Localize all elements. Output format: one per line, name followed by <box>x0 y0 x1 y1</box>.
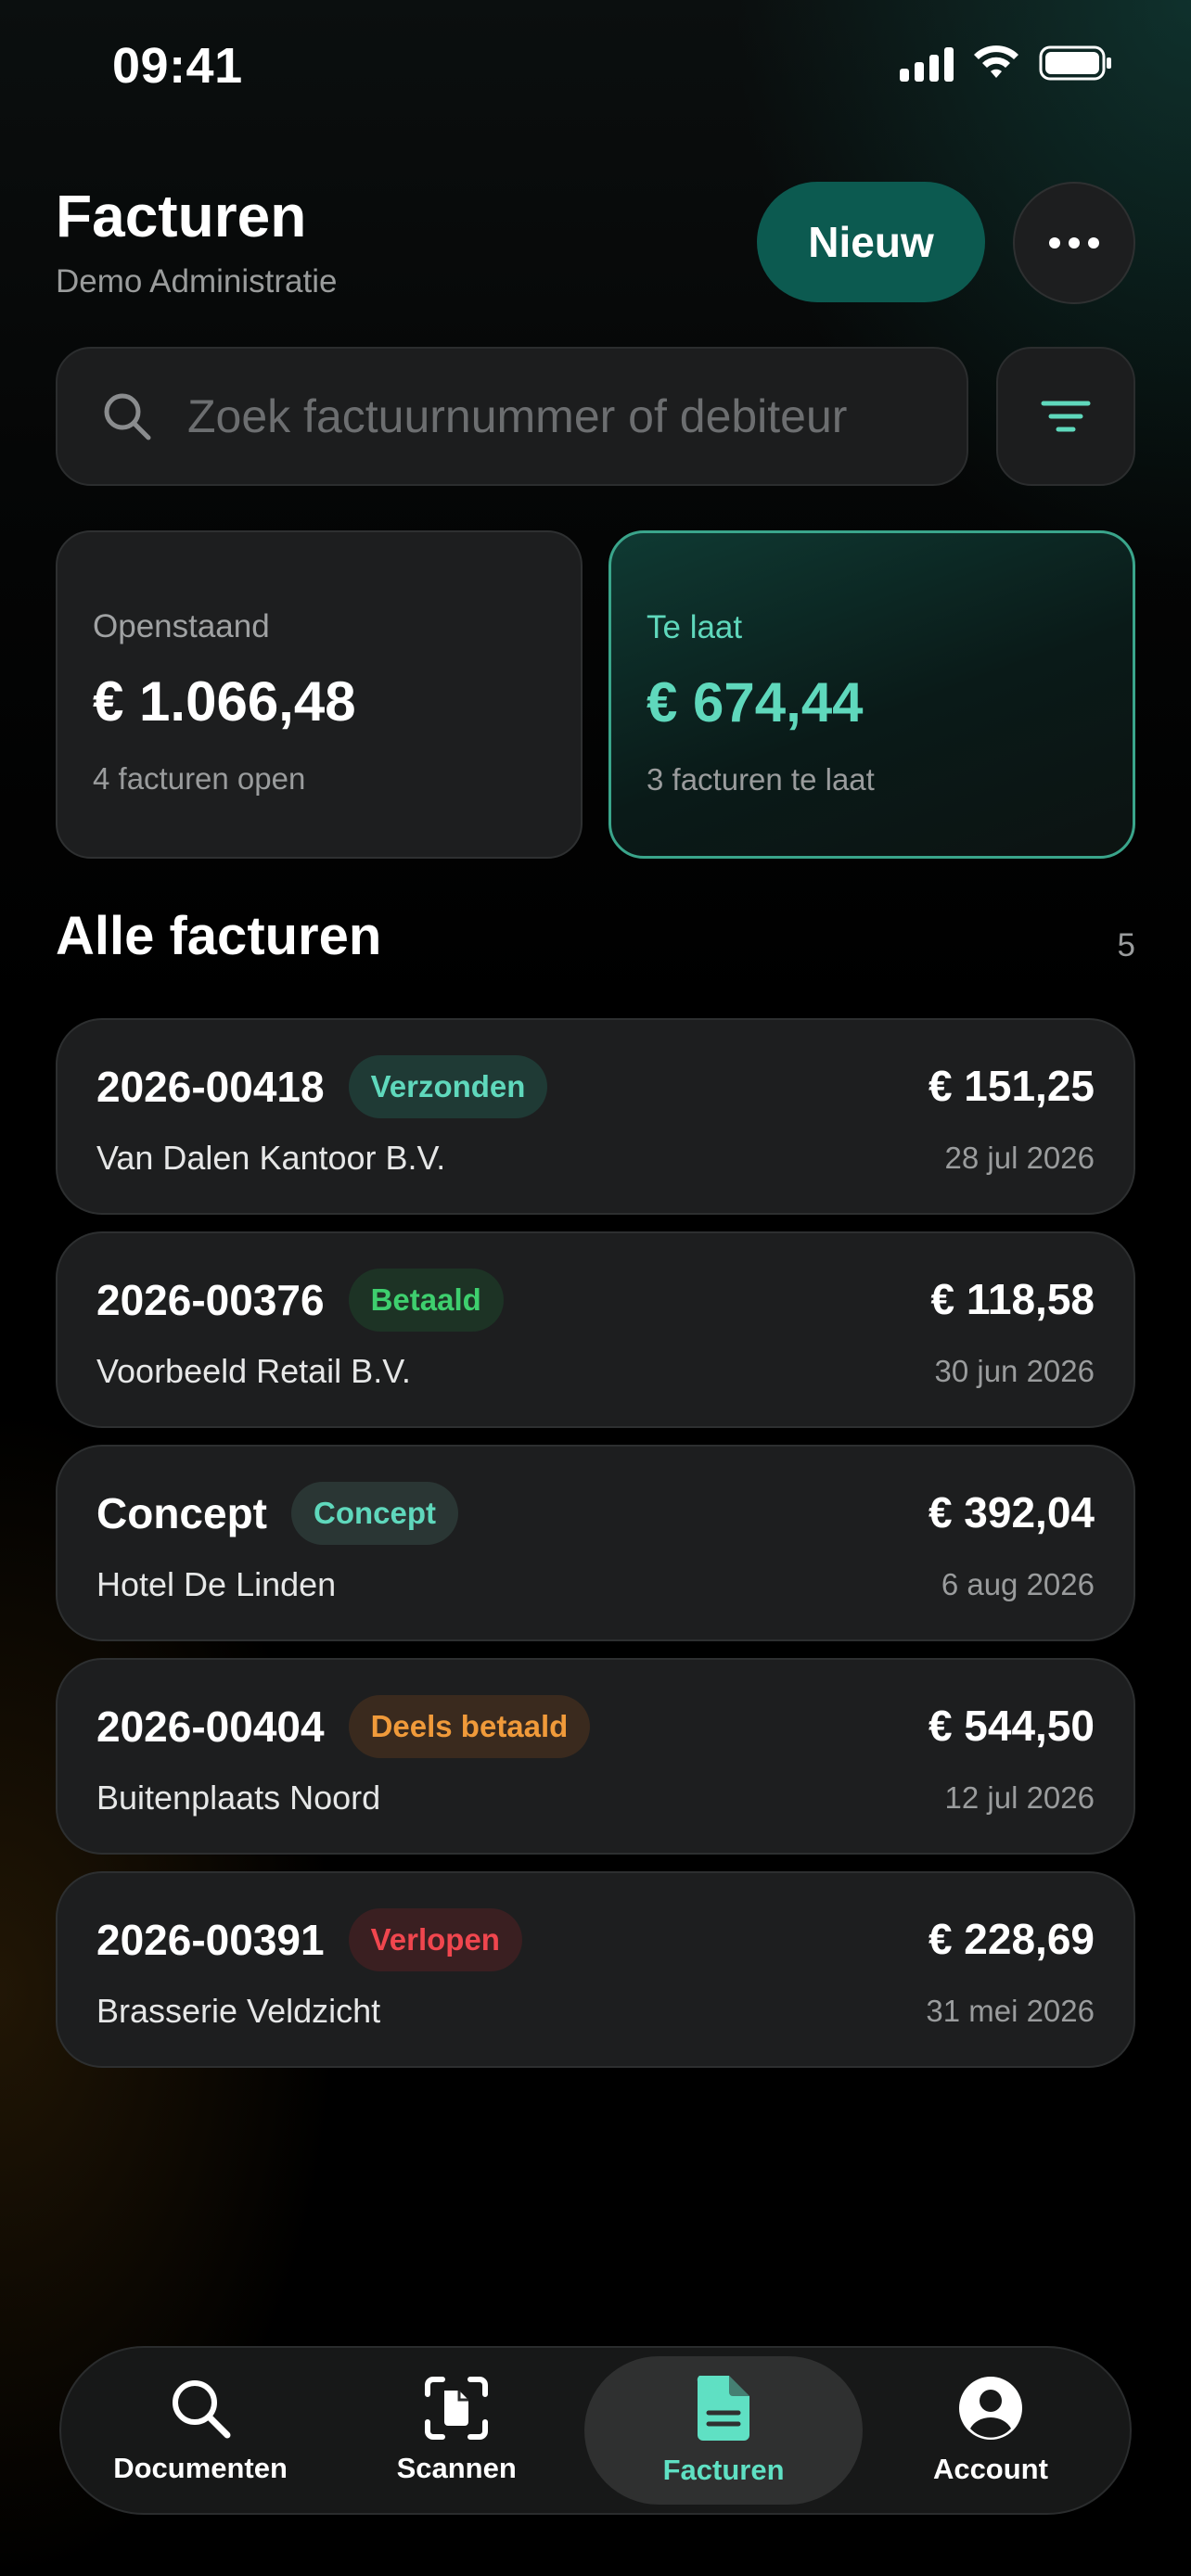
status-badge: Verzonden <box>348 1055 548 1118</box>
status-bar: 09:41 <box>0 0 1191 139</box>
invoice-number: Concept Concept <box>96 1482 458 1549</box>
status-badge: Verlopen <box>348 1908 522 1971</box>
tab-scannen[interactable]: Scannen <box>328 2356 584 2505</box>
invoice-date: 6 aug 2026 <box>941 1567 1095 1601</box>
overdue-card[interactable]: Te laat € 674,44 3 facturen te laat <box>608 530 1135 859</box>
invoice-client: Buitenplaats Noord <box>96 1779 381 1817</box>
tab-bar: Documenten Scannen Facturen Account <box>59 2346 1132 2515</box>
tab-label: Scannen <box>396 2452 517 2484</box>
invoice-row[interactable]: 2026-00376 Betaald Voorbeeld Retail B.V. … <box>56 1231 1135 1428</box>
status-badge: Concept <box>291 1482 458 1545</box>
invoice-date: 28 jul 2026 <box>944 1141 1095 1175</box>
outstanding-count: 4 facturen open <box>93 761 306 796</box>
invoice-date: 12 jul 2026 <box>944 1780 1095 1815</box>
outstanding-amount: € 1.066,48 <box>93 670 356 733</box>
invoice-row[interactable]: Concept Concept Hotel De Linden € 392,04 … <box>56 1445 1135 1641</box>
page-title: Facturen <box>56 183 307 249</box>
account-icon <box>958 2377 1022 2440</box>
status-icons <box>900 45 1113 82</box>
tab-account[interactable]: Account <box>863 2356 1119 2505</box>
invoice-amount: € 228,69 <box>928 1915 1095 1963</box>
invoice-client: Voorbeeld Retail B.V. <box>96 1352 411 1390</box>
invoice-number: 2026-00376 Betaald <box>96 1269 504 1335</box>
invoice-number: 2026-00404 Deels betaald <box>96 1695 591 1762</box>
tab-label: Documenten <box>113 2452 288 2484</box>
search-box[interactable] <box>56 347 968 486</box>
invoice-row[interactable]: 2026-00418 Verzonden Van Dalen Kantoor B.… <box>56 1018 1135 1215</box>
invoice-date: 31 mei 2026 <box>926 1994 1095 2028</box>
wifi-icon <box>974 45 1018 78</box>
invoice-row[interactable]: 2026-00391 Verlopen Brasserie Veldzicht €… <box>56 1871 1135 2068</box>
status-badge: Deels betaald <box>348 1695 591 1758</box>
section-title: Alle facturen <box>56 906 382 966</box>
overdue-amount: € 674,44 <box>647 671 864 733</box>
invoice-client: Brasserie Veldzicht <box>96 1992 381 2030</box>
invoice-number: 2026-00391 Verlopen <box>96 1908 522 1975</box>
filter-icon <box>1041 401 1091 432</box>
cellular-signal-icon <box>900 45 954 82</box>
tab-facturen[interactable]: Facturen <box>584 2356 863 2505</box>
outstanding-label: Openstaand <box>93 608 270 644</box>
search-icon <box>173 2380 231 2439</box>
invoice-date: 30 jun 2026 <box>934 1354 1095 1388</box>
more-dot <box>1069 237 1080 249</box>
overdue-count: 3 facturen te laat <box>647 762 875 797</box>
invoice-row[interactable]: 2026-00404 Deels betaald Buitenplaats Noo… <box>56 1658 1135 1855</box>
new-invoice-button[interactable]: Nieuw <box>757 182 985 302</box>
invoice-client: Van Dalen Kantoor B.V. <box>96 1139 446 1177</box>
administration-name: Demo Administratie <box>56 263 338 300</box>
battery-icon <box>1039 45 1111 81</box>
tab-documenten[interactable]: Documenten <box>72 2356 328 2505</box>
invoice-amount: € 118,58 <box>930 1275 1095 1323</box>
invoice-amount: € 544,50 <box>928 1702 1095 1750</box>
more-dot <box>1049 237 1060 249</box>
search-input[interactable] <box>187 389 967 443</box>
invoice-amount: € 392,04 <box>928 1488 1095 1537</box>
invoice-number: 2026-00418 Verzonden <box>96 1055 548 1122</box>
tab-label: Account <box>932 2453 1048 2485</box>
overdue-label: Te laat <box>647 609 743 645</box>
more-dot <box>1088 237 1099 249</box>
invoice-amount: € 151,25 <box>928 1062 1095 1110</box>
invoices-screen: 09:41 Facturen Demo Administratie Nieuw <box>0 0 1191 2576</box>
search-icon <box>104 393 151 440</box>
filter-button[interactable] <box>996 347 1135 486</box>
invoice-list: 2026-00418 Verzonden Van Dalen Kantoor B.… <box>56 1018 1135 2085</box>
outstanding-card[interactable]: Openstaand € 1.066,48 4 facturen open <box>56 530 583 859</box>
scan-document-icon <box>425 2377 489 2440</box>
invoice-count: 5 <box>1117 927 1135 963</box>
status-time: 09:41 <box>112 38 243 94</box>
document-icon <box>697 2376 750 2441</box>
status-badge: Betaald <box>348 1269 504 1332</box>
invoice-client: Hotel De Linden <box>96 1565 337 1603</box>
tab-label: Facturen <box>662 2454 785 2486</box>
more-options-button[interactable] <box>1013 182 1135 304</box>
